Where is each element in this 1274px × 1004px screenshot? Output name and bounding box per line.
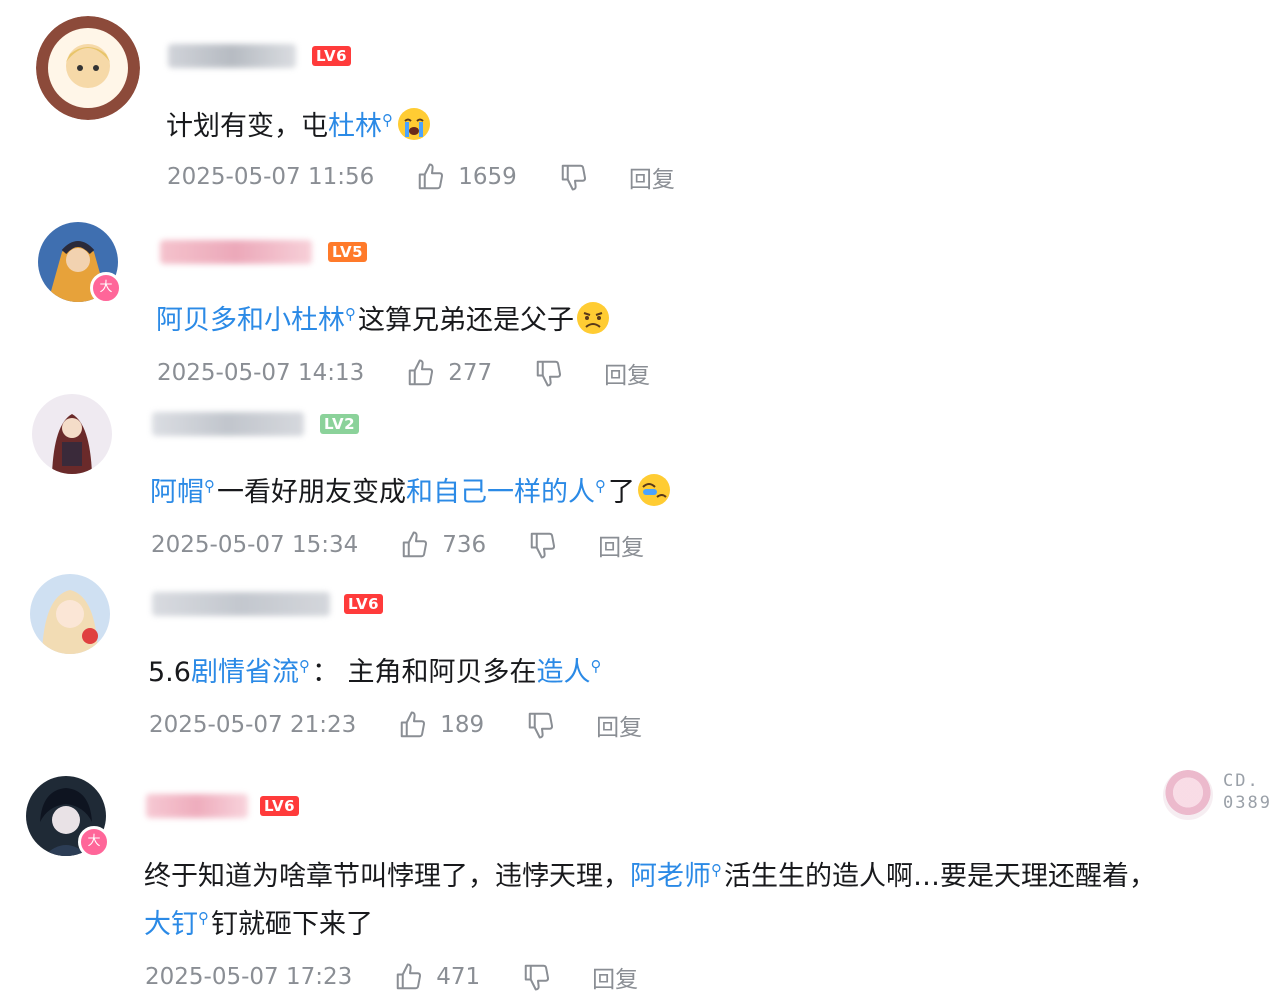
thumbs-up-icon: [401, 711, 426, 738]
comment-text-line1: 终于知道为啥章节叫悖理了，违悖天理，阿老师⚲活生生的造人啊…要是天理还醒着，: [144, 846, 1156, 901]
vip-badge: 大: [90, 272, 122, 304]
topic-link[interactable]: 阿老师: [630, 861, 711, 892]
awkward-face-icon: [638, 474, 670, 506]
comment-text: 5.6剧情省流⚲： 主角和阿贝多在造人⚲: [148, 642, 604, 697]
comment-meta: 2025-05-07 15:34 736 回复: [151, 528, 644, 562]
user-avatar[interactable]: 大: [26, 776, 110, 858]
like-button[interactable]: 189: [398, 710, 484, 740]
user-avatar[interactable]: [36, 16, 140, 120]
like-count: 736: [442, 532, 487, 558]
comment-text-segment: 了: [608, 477, 635, 508]
dislike-button[interactable]: [528, 530, 558, 560]
thumbs-up-icon: [409, 359, 434, 386]
dislike-button[interactable]: [559, 162, 589, 192]
username-blurred[interactable]: [152, 412, 304, 436]
reply-button[interactable]: 回复: [596, 708, 642, 742]
topic-link[interactable]: 造人: [537, 657, 591, 688]
comment-text: 阿帽⚲一看好朋友变成和自己一样的人⚲了: [150, 462, 671, 517]
reply-button[interactable]: 回复: [598, 528, 644, 562]
like-count: 277: [448, 360, 493, 386]
avatar-image: [32, 394, 112, 474]
comment-text-segment: 活生生的造人啊…要是天理还醒着，: [724, 861, 1156, 892]
frowning-face-icon: [577, 302, 609, 334]
like-button[interactable]: 471: [394, 962, 480, 992]
comment-meta: 2025-05-07 14:13 277 回复: [157, 356, 650, 390]
level-badge: LV2: [320, 414, 360, 434]
like-button[interactable]: 277: [406, 358, 492, 388]
search-icon[interactable]: ⚲: [204, 477, 215, 495]
comment-meta: 2025-05-07 17:23 471 回复: [145, 960, 638, 994]
reply-button[interactable]: 回复: [592, 960, 638, 994]
comment-text: 计划有变，屯杜林⚲: [166, 96, 431, 151]
dislike-button[interactable]: [534, 358, 564, 388]
topic-link[interactable]: 阿贝多和小杜林: [156, 305, 345, 336]
like-button[interactable]: 736: [400, 530, 486, 560]
topic-link[interactable]: 大钉: [144, 909, 198, 940]
thumbs-down-icon: [561, 164, 586, 191]
comment-meta: 2025-05-07 11:56 1659 回复: [167, 160, 675, 194]
topic-link[interactable]: 阿帽: [150, 477, 204, 508]
comment-text-segment: 一看好朋友变成: [217, 477, 406, 508]
avatar-image: [36, 16, 140, 120]
thumbs-up-icon: [419, 163, 444, 190]
thumbs-down-icon: [530, 532, 556, 559]
user-avatar[interactable]: [32, 394, 112, 474]
thumbs-up-icon: [403, 531, 428, 558]
search-icon[interactable]: ⚲: [345, 305, 356, 323]
comment-text-segment: 5.6: [148, 657, 191, 688]
vip-badge: 大: [78, 826, 110, 858]
level-badge: LV6: [312, 46, 352, 66]
comment-time: 2025-05-07 15:34: [151, 532, 359, 558]
comment-text-segment: 终于知道为啥章节叫悖理了，违悖天理，: [144, 861, 630, 892]
like-count: 189: [440, 712, 485, 738]
watermark-avatar: [1163, 770, 1214, 820]
search-icon[interactable]: ⚲: [198, 909, 209, 927]
topic-link[interactable]: 剧情省流: [191, 657, 299, 688]
topic-link[interactable]: 杜林: [328, 111, 382, 142]
dislike-button[interactable]: [526, 710, 556, 740]
comment-text: 阿贝多和小杜林⚲这算兄弟还是父子: [156, 290, 610, 345]
username-blurred[interactable]: [152, 592, 330, 616]
username-blurred[interactable]: [160, 240, 312, 264]
comment-text-segment: 钉就砸下来了: [211, 909, 373, 940]
watermark-text-line1: CD.: [1223, 771, 1260, 791]
like-count: 1659: [458, 164, 517, 190]
thumbs-down-icon: [536, 360, 562, 387]
like-button[interactable]: 1659: [416, 162, 517, 192]
search-icon[interactable]: ⚲: [591, 657, 602, 675]
level-badge: LV6: [344, 594, 384, 614]
reply-button[interactable]: 回复: [629, 160, 675, 194]
reply-button[interactable]: 回复: [604, 356, 650, 390]
search-icon[interactable]: ⚲: [595, 477, 606, 495]
username-blurred[interactable]: [168, 44, 296, 68]
level-badge: LV6: [260, 796, 300, 816]
user-avatar[interactable]: 大: [38, 222, 122, 304]
search-icon[interactable]: ⚲: [382, 111, 393, 129]
thumbs-up-icon: [397, 963, 422, 990]
thumbs-down-icon: [528, 712, 554, 739]
like-count: 471: [436, 964, 481, 990]
comment-text-segment: 这算兄弟还是父子: [358, 305, 574, 336]
avatar-image: [30, 574, 110, 654]
watermark-text-line2: 0389: [1223, 793, 1272, 813]
watermark: CD. 0389: [1163, 770, 1272, 820]
thumbs-down-icon: [524, 964, 550, 991]
comment-time: 2025-05-07 17:23: [145, 964, 353, 990]
level-badge: LV5: [328, 242, 368, 262]
dislike-button[interactable]: [522, 962, 552, 992]
search-icon[interactable]: ⚲: [299, 657, 310, 675]
comment-text-segment: ： 主角和阿贝多在: [311, 657, 537, 688]
comment-meta: 2025-05-07 21:23 189 回复: [149, 708, 642, 742]
comment-time: 2025-05-07 21:23: [149, 712, 357, 738]
comment-text-segment: 计划有变，屯: [166, 111, 328, 142]
comment-text-line2: 大钉⚲钉就砸下来了: [144, 894, 373, 949]
topic-link[interactable]: 和自己一样的人: [406, 477, 595, 508]
search-icon[interactable]: ⚲: [711, 861, 722, 879]
comment-time: 2025-05-07 11:56: [167, 164, 375, 190]
crying-face-icon: [398, 108, 430, 140]
username-blurred[interactable]: [146, 794, 248, 818]
user-avatar[interactable]: [30, 574, 110, 654]
comment-time: 2025-05-07 14:13: [157, 360, 365, 386]
